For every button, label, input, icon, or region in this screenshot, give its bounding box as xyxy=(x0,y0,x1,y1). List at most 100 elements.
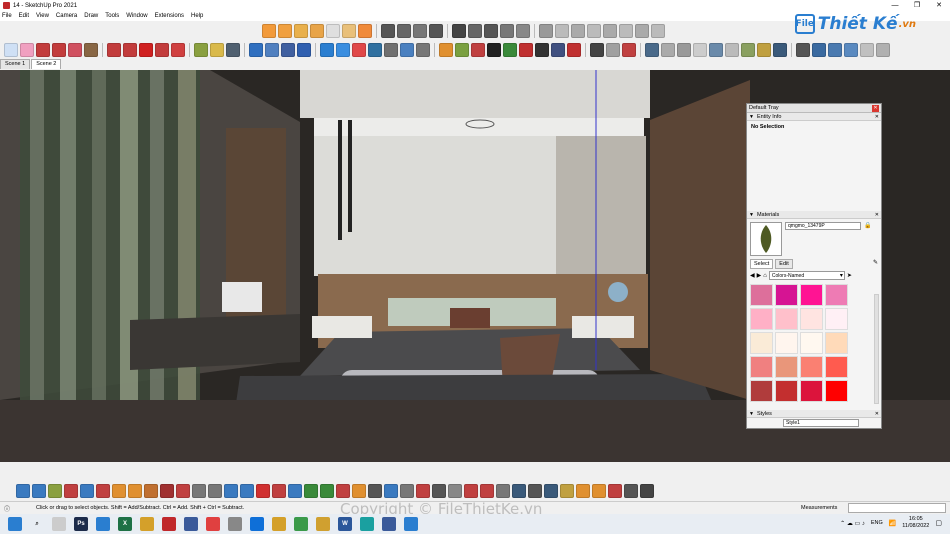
style-name-field[interactable]: Style1 xyxy=(783,419,859,427)
camera-view-icon[interactable] xyxy=(587,23,601,38)
details-arrow-icon[interactable]: ➤ xyxy=(847,272,852,279)
photoshop-icon[interactable]: Ps xyxy=(74,517,88,531)
chrome-a-icon[interactable] xyxy=(206,517,220,531)
color-swatch[interactable] xyxy=(825,380,848,402)
light-bulb-icon[interactable] xyxy=(500,23,514,38)
printer-icon[interactable] xyxy=(539,23,553,38)
extension-40-icon[interactable] xyxy=(640,484,654,498)
color-swatch[interactable] xyxy=(775,356,798,378)
render-icon[interactable] xyxy=(381,23,395,38)
color-swatch[interactable] xyxy=(800,332,823,354)
extension-34-icon[interactable] xyxy=(544,484,558,498)
extension-warehouse-icon[interactable] xyxy=(336,42,350,57)
materials-header[interactable]: ▼ Materials ✕ xyxy=(747,211,881,219)
material-name-field[interactable]: qmgmo_13479P xyxy=(785,222,861,230)
pan-icon[interactable] xyxy=(265,42,279,57)
app-icon-blue[interactable] xyxy=(96,517,110,531)
panel-close-icon[interactable]: ✕ xyxy=(875,114,879,120)
extension-28-icon[interactable] xyxy=(448,484,462,498)
word-icon[interactable]: W xyxy=(338,517,352,531)
search-icon[interactable]: ⌕ xyxy=(30,517,44,531)
material-e-icon[interactable] xyxy=(709,42,723,57)
app-icon-green[interactable] xyxy=(360,517,374,531)
dimension-icon[interactable] xyxy=(860,42,874,57)
extension-11-icon[interactable] xyxy=(176,484,190,498)
home-icon[interactable]: ⌂ xyxy=(763,273,767,279)
extension-16-icon[interactable] xyxy=(256,484,270,498)
ring-icon[interactable] xyxy=(278,23,292,38)
extension-39-icon[interactable] xyxy=(624,484,638,498)
extension-26-icon[interactable] xyxy=(416,484,430,498)
menu-view[interactable]: View xyxy=(36,13,49,19)
chrome-c-icon[interactable] xyxy=(316,517,330,531)
color-swatch[interactable] xyxy=(800,308,823,330)
close-button[interactable]: ✕ xyxy=(928,0,950,11)
tree-icon[interactable] xyxy=(503,42,517,57)
minimize-button[interactable]: — xyxy=(884,0,906,11)
cube-icon[interactable] xyxy=(555,23,569,38)
chrome-d-icon[interactable] xyxy=(404,517,418,531)
house-icon[interactable] xyxy=(603,23,617,38)
menu-extensions[interactable]: Extensions xyxy=(155,13,184,19)
clock[interactable]: 16:05 11/08/2022 xyxy=(902,516,929,530)
color-swatch[interactable] xyxy=(800,380,823,402)
cloud-icon[interactable] xyxy=(516,23,530,38)
look-around-icon[interactable] xyxy=(828,42,842,57)
collection-dropdown[interactable]: Colors-Named xyxy=(768,271,845,280)
paint-bucket-icon[interactable] xyxy=(84,42,98,57)
axes-icon[interactable] xyxy=(226,42,240,57)
geo-location-icon[interactable] xyxy=(384,42,398,57)
sketchup-b-icon[interactable] xyxy=(382,517,396,531)
palette-icon[interactable] xyxy=(471,42,485,57)
material-d-icon[interactable] xyxy=(693,42,707,57)
orbit-icon[interactable] xyxy=(249,42,263,57)
box-icon[interactable] xyxy=(571,23,585,38)
sun-icon[interactable] xyxy=(262,23,276,38)
light-icon[interactable] xyxy=(342,23,356,38)
tile-icon[interactable] xyxy=(551,42,565,57)
eyedropper-icon[interactable]: ✎ xyxy=(873,259,878,269)
wifi-icon[interactable]: 📶 xyxy=(889,520,896,527)
walk-icon[interactable] xyxy=(812,42,826,57)
swatch-scrollbar[interactable] xyxy=(874,294,879,404)
tray-close-icon[interactable]: ✕ xyxy=(872,104,879,112)
menu-tools[interactable]: Tools xyxy=(105,13,119,19)
explorer-icon[interactable] xyxy=(272,517,286,531)
extension-35-icon[interactable] xyxy=(560,484,574,498)
extension-7-icon[interactable] xyxy=(112,484,126,498)
extension-23-icon[interactable] xyxy=(368,484,382,498)
material-g-icon[interactable] xyxy=(741,42,755,57)
styles-icon[interactable] xyxy=(773,42,787,57)
position-camera-icon[interactable] xyxy=(844,42,858,57)
extension-27-icon[interactable] xyxy=(432,484,446,498)
extension-21-icon[interactable] xyxy=(336,484,350,498)
move-icon[interactable] xyxy=(139,42,153,57)
extension-25-icon[interactable] xyxy=(400,484,414,498)
desk-icon[interactable] xyxy=(452,23,466,38)
layout-icon[interactable] xyxy=(352,42,366,57)
extension-19-icon[interactable] xyxy=(304,484,318,498)
extension-1-icon[interactable] xyxy=(16,484,30,498)
extension-18-icon[interactable] xyxy=(288,484,302,498)
material-b-icon[interactable] xyxy=(661,42,675,57)
extension-14-icon[interactable] xyxy=(224,484,238,498)
select-arrow-icon[interactable] xyxy=(4,42,18,57)
protractor-icon[interactable] xyxy=(876,42,890,57)
push-pull-icon[interactable] xyxy=(107,42,121,57)
arc-icon[interactable] xyxy=(52,42,66,57)
tray-icons[interactable]: ⌃ ☁ ▭ ♪ xyxy=(840,520,865,527)
sphere-icon[interactable] xyxy=(413,23,427,38)
material-f-icon[interactable] xyxy=(725,42,739,57)
navigation-icon[interactable] xyxy=(796,42,810,57)
extension-8-icon[interactable] xyxy=(128,484,142,498)
solid-tools-icon[interactable] xyxy=(439,42,453,57)
zoom-icon[interactable] xyxy=(281,42,295,57)
color-swatch[interactable] xyxy=(750,308,773,330)
task-view-icon[interactable] xyxy=(52,517,66,531)
back-view-icon[interactable] xyxy=(635,23,649,38)
back-arrow-icon[interactable]: ◀ xyxy=(750,272,755,279)
zoom-extents-icon[interactable] xyxy=(297,42,311,57)
settings-gear-icon[interactable] xyxy=(567,42,581,57)
windows-start-icon[interactable] xyxy=(8,517,22,531)
add-location-icon[interactable] xyxy=(400,42,414,57)
